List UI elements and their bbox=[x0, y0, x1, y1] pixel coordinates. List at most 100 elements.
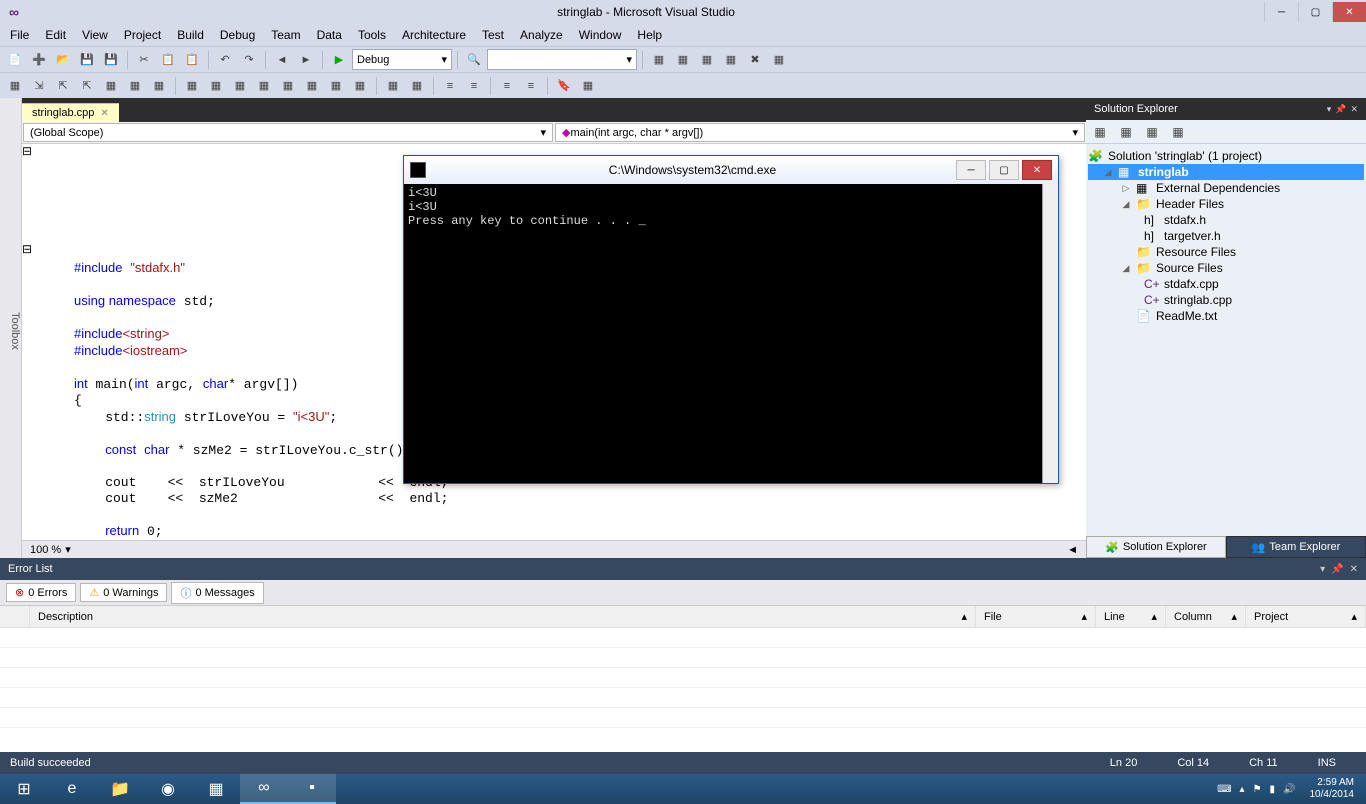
explorer-icon[interactable]: 📁 bbox=[96, 774, 144, 804]
find-combo[interactable]: ▾ bbox=[487, 49, 637, 70]
save-icon[interactable]: 💾 bbox=[76, 49, 98, 71]
toolbar-icon[interactable]: ▦ bbox=[253, 75, 275, 97]
step-into-icon[interactable]: ⇲ bbox=[28, 75, 50, 97]
save-all-icon[interactable]: 💾 bbox=[100, 49, 122, 71]
paste-icon[interactable]: 📋 bbox=[181, 49, 203, 71]
close-panel-icon[interactable]: ✕ bbox=[1350, 104, 1358, 115]
network-icon[interactable]: ▮ bbox=[1270, 784, 1276, 795]
toolbar-icon[interactable]: ▦ bbox=[577, 75, 599, 97]
tab-solution-explorer[interactable]: 🧩 Solution Explorer bbox=[1086, 536, 1226, 558]
add-item-icon[interactable]: ➕ bbox=[28, 49, 50, 71]
maximize-button[interactable]: ▢ bbox=[1298, 2, 1332, 22]
outdent-icon[interactable]: ≡ bbox=[463, 75, 485, 97]
file-readme[interactable]: 📄ReadMe.txt bbox=[1088, 308, 1364, 324]
undo-icon[interactable]: ↶ bbox=[214, 49, 236, 71]
menu-debug[interactable]: Debug bbox=[212, 26, 263, 44]
toolbar-icon[interactable]: ✖ bbox=[744, 49, 766, 71]
solution-config-select[interactable]: Debug▾ bbox=[352, 49, 452, 70]
document-tab-stringlab[interactable]: stringlab.cpp ✕ bbox=[22, 103, 119, 122]
file-stdafx-cpp[interactable]: C+stdafx.cpp bbox=[1088, 276, 1364, 292]
toolbar-icon[interactable]: ▦ bbox=[720, 49, 742, 71]
start-button[interactable]: ⊞ bbox=[0, 774, 48, 804]
toolbar-icon[interactable]: ▦ bbox=[301, 75, 323, 97]
find-icon[interactable]: 🔍 bbox=[463, 49, 485, 71]
tab-team-explorer[interactable]: 👥 Team Explorer bbox=[1226, 536, 1366, 558]
step-out-icon[interactable]: ⇱ bbox=[76, 75, 98, 97]
member-dropdown[interactable]: ◆ main(int argc, char * argv[])▾ bbox=[555, 123, 1085, 142]
col-column[interactable]: Column▴ bbox=[1166, 606, 1246, 627]
zoom-dropdown-icon[interactable]: ▾ bbox=[65, 543, 71, 556]
cmd-scrollbar[interactable] bbox=[1042, 184, 1058, 483]
menu-edit[interactable]: Edit bbox=[37, 26, 74, 44]
chrome-icon[interactable]: ◉ bbox=[144, 774, 192, 804]
new-project-icon[interactable]: 📄 bbox=[4, 49, 26, 71]
project-node[interactable]: ◢▦stringlab bbox=[1088, 164, 1364, 180]
error-list-grid[interactable]: Description▴ File▴ Line▴ Column▴ Project… bbox=[0, 606, 1366, 752]
messages-filter[interactable]: ⓘ0 Messages bbox=[171, 582, 263, 604]
file-stringlab-cpp[interactable]: C+stringlab.cpp bbox=[1088, 292, 1364, 308]
menu-data[interactable]: Data bbox=[309, 26, 350, 44]
flag-icon[interactable]: ⚑ bbox=[1253, 784, 1262, 795]
pin-icon[interactable]: 📌 bbox=[1331, 564, 1343, 575]
toolbar-icon[interactable]: ▦ bbox=[648, 49, 670, 71]
volume-icon[interactable]: 🔊 bbox=[1283, 784, 1295, 795]
file-targetver-h[interactable]: h]targetver.h bbox=[1088, 228, 1364, 244]
keyboard-icon[interactable]: ⌨ bbox=[1217, 784, 1231, 795]
redo-icon[interactable]: ↷ bbox=[238, 49, 260, 71]
solution-tree[interactable]: 🧩Solution 'stringlab' (1 project) ◢▦stri… bbox=[1086, 144, 1366, 536]
toolbar-icon[interactable]: ▦ bbox=[4, 75, 26, 97]
menu-tools[interactable]: Tools bbox=[350, 26, 394, 44]
toolbar-icon[interactable]: ▦ bbox=[325, 75, 347, 97]
minimize-button[interactable]: ─ bbox=[1264, 2, 1298, 22]
toolbar-icon[interactable]: ▦ bbox=[124, 75, 146, 97]
scroll-left-icon[interactable]: ◄ bbox=[1067, 544, 1078, 556]
col-icon[interactable] bbox=[0, 606, 30, 627]
solution-node[interactable]: 🧩Solution 'stringlab' (1 project) bbox=[1088, 148, 1364, 164]
cut-icon[interactable]: ✂ bbox=[133, 49, 155, 71]
menu-test[interactable]: Test bbox=[474, 26, 512, 44]
step-over-icon[interactable]: ⇱ bbox=[52, 75, 74, 97]
toolbox-tab[interactable]: Toolbox bbox=[0, 98, 22, 558]
nav-back-icon[interactable]: ◄ bbox=[271, 49, 293, 71]
folder-external-deps[interactable]: ▷▦External Dependencies bbox=[1088, 180, 1364, 196]
scope-dropdown[interactable]: (Global Scope)▾ bbox=[23, 123, 553, 142]
toolbar-icon[interactable]: ▦ bbox=[672, 49, 694, 71]
errors-filter[interactable]: ⊗0 Errors bbox=[6, 583, 76, 602]
toolbar-icon[interactable]: ▦ bbox=[181, 75, 203, 97]
menu-build[interactable]: Build bbox=[169, 26, 212, 44]
col-file[interactable]: File▴ bbox=[976, 606, 1096, 627]
file-stdafx-h[interactable]: h]stdafx.h bbox=[1088, 212, 1364, 228]
folder-resource-files[interactable]: 📁Resource Files bbox=[1088, 244, 1364, 260]
zoom-level[interactable]: 100 % bbox=[30, 544, 61, 556]
toolbar-icon[interactable]: ▦ bbox=[205, 75, 227, 97]
properties-icon[interactable]: ▦ bbox=[1090, 122, 1110, 142]
col-line[interactable]: Line▴ bbox=[1096, 606, 1166, 627]
show-all-files-icon[interactable]: ▦ bbox=[1116, 122, 1136, 142]
open-file-icon[interactable]: 📂 bbox=[52, 49, 74, 71]
refresh-icon[interactable]: ▦ bbox=[1142, 122, 1162, 142]
col-description[interactable]: Description▴ bbox=[30, 606, 976, 627]
menu-window[interactable]: Window bbox=[571, 26, 630, 44]
tray-arrow-icon[interactable]: ▴ bbox=[1240, 784, 1245, 795]
cmd-window[interactable]: C:\Windows\system32\cmd.exe ─ ▢ ✕ i<3U i… bbox=[403, 155, 1059, 484]
nav-fwd-icon[interactable]: ► bbox=[295, 49, 317, 71]
menu-file[interactable]: File bbox=[2, 26, 37, 44]
menu-analyze[interactable]: Analyze bbox=[512, 26, 571, 44]
uncomment-icon[interactable]: ≡ bbox=[520, 75, 542, 97]
bookmark-icon[interactable]: 🔖 bbox=[553, 75, 575, 97]
toolbar-icon[interactable]: ▦ bbox=[768, 49, 790, 71]
comment-icon[interactable]: ≡ bbox=[496, 75, 518, 97]
menu-architecture[interactable]: Architecture bbox=[394, 26, 474, 44]
ie-icon[interactable]: e bbox=[48, 774, 96, 804]
visual-studio-taskbar-icon[interactable]: ∞ bbox=[240, 774, 288, 804]
menu-team[interactable]: Team bbox=[263, 26, 308, 44]
cmd-maximize-button[interactable]: ▢ bbox=[989, 160, 1019, 180]
cmd-output[interactable]: i<3U i<3U Press any key to continue . . … bbox=[404, 184, 1042, 483]
dropdown-icon[interactable]: ▾ bbox=[1327, 104, 1332, 115]
toolbar-icon[interactable]: ▦ bbox=[406, 75, 428, 97]
toolbar-icon[interactable]: ▦ bbox=[277, 75, 299, 97]
menu-project[interactable]: Project bbox=[116, 26, 169, 44]
close-button[interactable]: ✕ bbox=[1332, 2, 1366, 22]
toolbar-icon[interactable]: ▦ bbox=[382, 75, 404, 97]
folder-header-files[interactable]: ◢📁Header Files bbox=[1088, 196, 1364, 212]
